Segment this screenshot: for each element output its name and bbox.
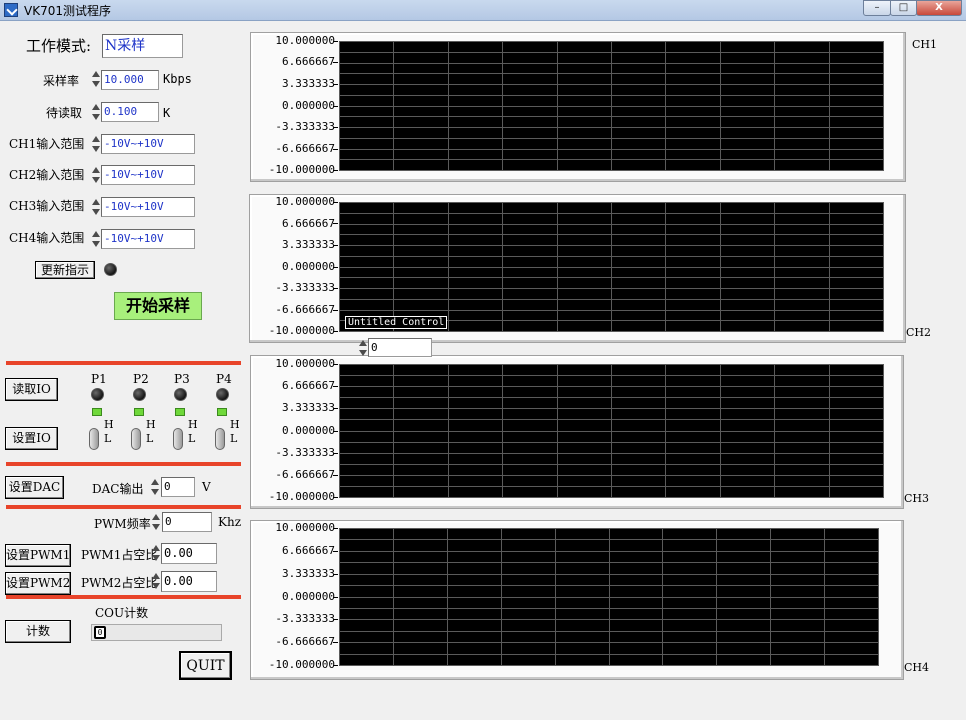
ch3-chart-frame xyxy=(250,355,904,509)
port-p2-label: P2 xyxy=(133,372,149,386)
port-p2-output-indicator xyxy=(134,408,144,416)
counter-value: 0 xyxy=(94,626,106,639)
untitled-control-spinner[interactable] xyxy=(358,339,367,357)
port-p4-output-indicator xyxy=(217,408,227,416)
pending-read-unit: K xyxy=(163,106,171,120)
counter-display: 0 xyxy=(91,624,222,641)
port-p2-high-label: H xyxy=(146,418,156,431)
sample-rate-unit: Kbps xyxy=(163,72,192,86)
sample-rate-input[interactable]: 10.000 xyxy=(101,70,159,90)
dac-output-spinner[interactable] xyxy=(150,478,159,496)
port-p2-low-label: L xyxy=(146,432,154,445)
update-indicator-led xyxy=(104,263,117,276)
ch1-label: CH1 xyxy=(912,38,938,51)
separator xyxy=(6,462,241,466)
port-p3-led xyxy=(174,388,187,401)
work-mode-label: 工作模式: xyxy=(26,37,92,55)
ch3-range-select[interactable]: -10V~+10V xyxy=(101,197,195,217)
ch2-range-label: CH2输入范围 xyxy=(9,168,85,182)
port-p1-low-label: L xyxy=(104,432,112,445)
dac-output-label: DAC输出 xyxy=(92,482,144,496)
ch4-range-select[interactable]: -10V~+10V xyxy=(101,229,195,249)
pwm-frequency-spinner[interactable] xyxy=(151,513,160,531)
set-dac-button[interactable]: 设置DAC xyxy=(5,476,64,499)
port-p3-output-indicator xyxy=(175,408,185,416)
port-p1-high-label: H xyxy=(104,418,114,431)
ch2-range-select[interactable]: -10V~+10V xyxy=(101,165,195,185)
port-p4-low-label: L xyxy=(230,432,238,445)
ch4-label: CH4 xyxy=(904,661,930,674)
port-p4-led xyxy=(216,388,229,401)
port-p3-low-label: L xyxy=(188,432,196,445)
set-pwm1-button[interactable]: 设置PWM1 xyxy=(5,544,71,567)
port-p1-toggle[interactable] xyxy=(89,428,99,450)
port-p2-led xyxy=(133,388,146,401)
pwm2-duty-spinner[interactable] xyxy=(151,572,160,590)
sample-rate-label: 采样率 xyxy=(43,74,80,88)
close-button[interactable]: X xyxy=(916,0,962,16)
untitled-control-label: Untitled Control xyxy=(345,316,448,329)
counter-title: COU计数 xyxy=(95,606,149,620)
ch3-label: CH3 xyxy=(904,492,930,505)
ch4-chart-frame xyxy=(250,520,904,680)
pwm1-duty-spinner[interactable] xyxy=(151,544,160,562)
ch1-chart-frame xyxy=(250,32,906,182)
count-button[interactable]: 计数 xyxy=(5,620,71,643)
ch3-range-label: CH3输入范围 xyxy=(9,199,85,213)
sample-rate-spinner[interactable] xyxy=(91,70,100,88)
pwm2-duty-label: PWM2占空比 xyxy=(81,576,158,590)
separator xyxy=(6,505,241,509)
dac-output-input[interactable]: 0 xyxy=(161,477,195,497)
untitled-control-input[interactable]: 0 xyxy=(368,338,432,357)
ch1-range-select[interactable]: -10V~+10V xyxy=(101,134,195,154)
quit-button[interactable]: QUIT xyxy=(179,651,232,680)
ch4-range-label: CH4输入范围 xyxy=(9,231,85,245)
pwm-frequency-unit: Khz xyxy=(218,515,242,529)
separator xyxy=(6,361,241,365)
work-mode-select[interactable]: N采样 xyxy=(102,34,183,58)
ch2-range-spinner[interactable] xyxy=(91,166,100,184)
port-p1-output-indicator xyxy=(92,408,102,416)
pending-read-input[interactable]: 0.100 xyxy=(101,102,159,122)
pwm-frequency-label: PWM频率 xyxy=(94,517,151,531)
port-p4-label: P4 xyxy=(216,372,232,386)
pending-read-label: 待读取 xyxy=(46,106,83,120)
port-p4-high-label: H xyxy=(230,418,240,431)
ch2-label: CH2 xyxy=(906,326,932,339)
update-indicator-label: 更新指示 xyxy=(35,261,95,279)
minimize-button[interactable]: – xyxy=(863,0,891,16)
ch4-range-spinner[interactable] xyxy=(91,230,100,248)
port-p1-label: P1 xyxy=(91,372,107,386)
port-p3-label: P3 xyxy=(174,372,190,386)
app-icon xyxy=(4,3,18,17)
pwm-frequency-input[interactable]: 0 xyxy=(162,512,212,532)
pwm1-duty-label: PWM1占空比 xyxy=(81,548,158,562)
pwm1-duty-input[interactable]: 0.00 xyxy=(161,543,217,564)
ch1-range-label: CH1输入范围 xyxy=(9,137,85,151)
pending-read-spinner[interactable] xyxy=(91,103,100,121)
set-io-button[interactable]: 设置IO xyxy=(5,427,58,450)
title-bar: VK701测试程序 – □ X xyxy=(0,0,966,21)
maximize-button[interactable]: □ xyxy=(890,0,917,16)
port-p1-led xyxy=(91,388,104,401)
port-p3-high-label: H xyxy=(188,418,198,431)
ch3-range-spinner[interactable] xyxy=(91,198,100,216)
separator xyxy=(6,595,241,599)
start-sampling-button[interactable]: 开始采样 xyxy=(114,292,202,320)
port-p4-toggle[interactable] xyxy=(215,428,225,450)
set-pwm2-button[interactable]: 设置PWM2 xyxy=(5,572,71,595)
dac-output-unit: V xyxy=(202,480,211,494)
window-title: VK701测试程序 xyxy=(24,4,111,18)
ch1-range-spinner[interactable] xyxy=(91,135,100,153)
pwm2-duty-input[interactable]: 0.00 xyxy=(161,571,217,592)
read-io-button[interactable]: 读取IO xyxy=(5,378,58,401)
port-p3-toggle[interactable] xyxy=(173,428,183,450)
port-p2-toggle[interactable] xyxy=(131,428,141,450)
